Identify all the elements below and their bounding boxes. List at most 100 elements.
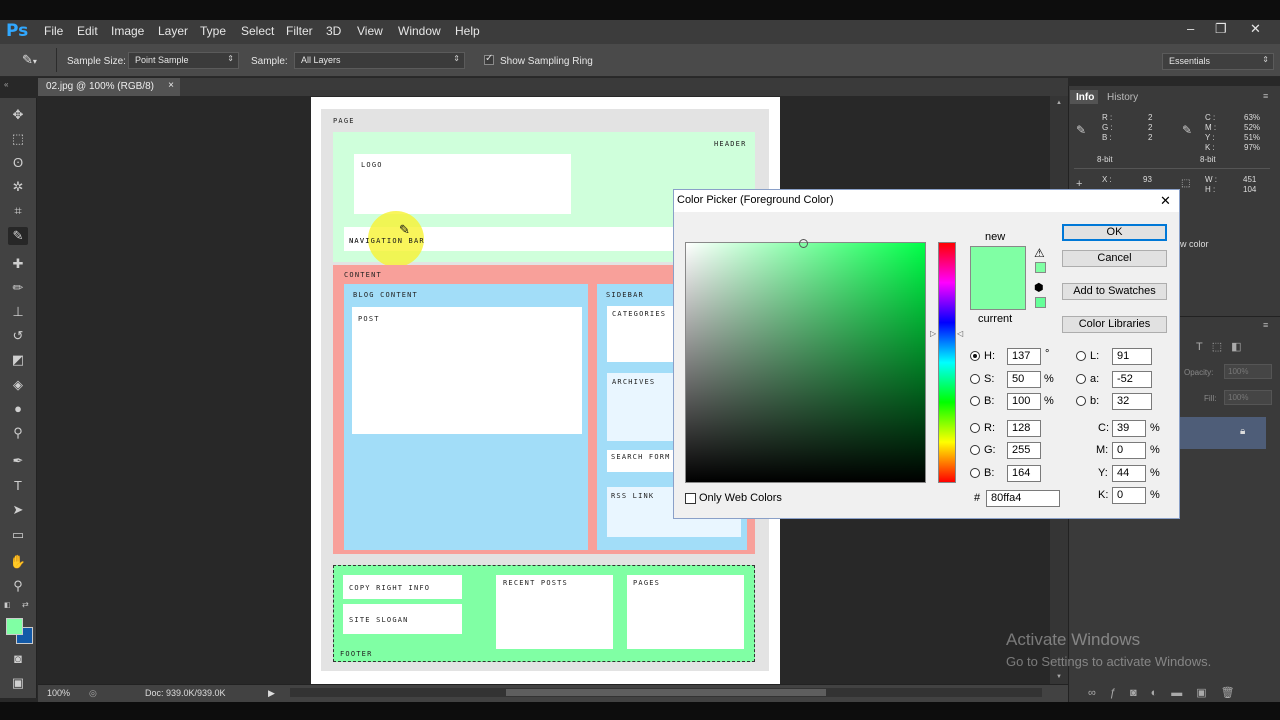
close-tab-icon[interactable]: × [168,80,174,91]
hue-slider-right-arrow-icon[interactable]: ◁ [957,329,963,338]
swap-colors-icon[interactable]: ⇄ [22,600,29,609]
status-menu-arrow-icon[interactable]: ▶ [268,688,275,699]
cancel-button[interactable]: Cancel [1062,250,1167,267]
magenta-field[interactable]: 0 [1112,442,1146,459]
eyedropper-tool-icon[interactable]: ✎ [8,227,28,245]
history-brush-tool-icon[interactable]: ↺ [8,327,28,345]
default-colors-icon[interactable]: ◧ [4,601,11,609]
show-sampling-ring-checkbox[interactable]: ✓ [484,53,494,65]
zoom-level[interactable]: 100% [47,688,70,698]
zoom-tool-icon[interactable]: ⚲ [8,577,28,595]
menu-layer[interactable]: Layer [158,24,188,38]
menu-filter[interactable]: Filter [286,24,313,38]
red-radio[interactable] [970,423,980,433]
screen-mode-icon[interactable]: ▣ [8,674,28,692]
quick-mask-icon[interactable]: ◙ [8,650,28,668]
web-safe-cube-icon[interactable]: ⬢ [1034,281,1044,294]
sample-select[interactable]: All Layers ⇕ [294,52,465,69]
foreground-color-swatch[interactable] [6,618,23,635]
menu-view[interactable]: View [357,24,383,38]
status-icon[interactable]: ◎ [89,688,97,699]
scroll-down-icon[interactable]: ▼ [1056,674,1062,680]
collapse-icon[interactable]: « [4,80,8,89]
brush-tool-icon[interactable]: ✏ [8,279,28,297]
close-app-button[interactable]: ✕ [1250,21,1261,37]
rectangle-tool-icon[interactable]: ▭ [8,526,28,544]
marquee-tool-icon[interactable]: ⬚ [8,130,28,148]
lab-a-field[interactable]: -52 [1112,371,1152,388]
selected-layer-row[interactable] [1180,417,1266,449]
menu-edit[interactable]: Edit [77,24,98,38]
horizontal-scroll-thumb[interactable] [506,689,826,696]
layer-filter-icons[interactable]: T⬚◧ [1196,340,1251,353]
path-selection-tool-icon[interactable]: ➤ [8,501,28,519]
green-field[interactable]: 255 [1007,442,1041,459]
color-libraries-button[interactable]: Color Libraries [1062,316,1167,333]
lab-b-radio[interactable] [1076,396,1086,406]
eraser-tool-icon[interactable]: ◩ [8,351,28,369]
document-tab[interactable]: 02.jpg @ 100% (RGB/8) × [38,78,180,96]
red-field[interactable]: 128 [1007,420,1041,437]
menu-3d[interactable]: 3D [326,24,341,38]
lab-l-field[interactable]: 91 [1112,348,1152,365]
move-tool-icon[interactable]: ✥ [8,106,28,124]
magic-wand-tool-icon[interactable]: ✲ [8,178,28,196]
blue-field[interactable]: 164 [1007,465,1041,482]
workspace-select[interactable]: Essentials ⇕ [1162,53,1274,70]
hue-slider-left-arrow-icon[interactable]: ▷ [930,329,936,338]
tab-info[interactable]: Info [1076,92,1094,103]
lab-l-radio[interactable] [1076,351,1086,361]
saturation-brightness-field[interactable] [685,242,926,483]
yellow-field[interactable]: 44 [1112,465,1146,482]
eyedropper-preset-icon[interactable]: ✎▾ [22,52,37,68]
dialog-close-icon[interactable]: ✕ [1160,193,1171,209]
dodge-tool-icon[interactable]: ⚲ [8,424,28,442]
lab-a-radio[interactable] [1076,374,1086,384]
opacity-field[interactable]: 100% [1224,364,1272,379]
hue-field[interactable]: 137 [1007,348,1041,365]
hue-slider[interactable] [938,242,956,483]
add-to-swatches-button[interactable]: Add to Swatches [1062,283,1167,300]
menu-type[interactable]: Type [200,24,226,38]
lasso-tool-icon[interactable]: ʘ [8,154,28,172]
hand-tool-icon[interactable]: ✋ [8,553,28,571]
sample-size-select[interactable]: Point Sample ⇕ [128,52,239,69]
pen-tool-icon[interactable]: ✒ [8,452,28,470]
saturation-radio[interactable] [970,374,980,384]
cyan-field[interactable]: 39 [1112,420,1146,437]
clone-stamp-tool-icon[interactable]: ⊥ [8,303,28,321]
menu-file[interactable]: File [44,24,63,38]
fill-field[interactable]: 100% [1224,390,1272,405]
menu-help[interactable]: Help [455,24,480,38]
saturation-field[interactable]: 50 [1007,371,1041,388]
paint-bucket-tool-icon[interactable]: ◈ [8,376,28,394]
current-color-swatch[interactable] [970,278,1026,310]
menu-image[interactable]: Image [111,24,144,38]
only-web-colors-checkbox[interactable] [685,493,696,504]
crop-tool-icon[interactable]: ⌗ [8,202,28,220]
restore-button[interactable]: ❐ [1215,21,1227,37]
ok-button[interactable]: OK [1062,224,1167,241]
tab-history[interactable]: History [1107,92,1138,103]
brightness-field[interactable]: 100 [1007,393,1041,410]
green-radio[interactable] [970,445,980,455]
web-safe-color-swatch[interactable] [1035,297,1046,308]
panel-menu-icon[interactable]: ≡ [1263,91,1268,101]
color-field-marker[interactable] [799,239,808,248]
black-field[interactable]: 0 [1112,487,1146,504]
layers-bottom-icons[interactable]: ∞ƒ◙◐▬▣🗑︎ [1088,686,1249,699]
scroll-up-icon[interactable]: ▲ [1056,100,1062,106]
gamut-color-swatch[interactable] [1035,262,1046,273]
type-tool-icon[interactable]: T [8,477,28,495]
healing-brush-tool-icon[interactable]: ✚ [8,255,28,273]
horizontal-scrollbar[interactable] [290,688,1042,697]
lab-b-field[interactable]: 32 [1112,393,1152,410]
menu-select[interactable]: Select [241,24,274,38]
out-of-gamut-warning-icon[interactable]: ⚠ [1034,246,1045,260]
panel-menu-icon[interactable]: ≡ [1263,320,1268,330]
hue-radio[interactable] [970,351,980,361]
blue-radio[interactable] [970,468,980,478]
menu-window[interactable]: Window [398,24,441,38]
blur-tool-icon[interactable]: ● [8,400,28,418]
hex-field[interactable]: 80ffa4 [986,490,1060,507]
